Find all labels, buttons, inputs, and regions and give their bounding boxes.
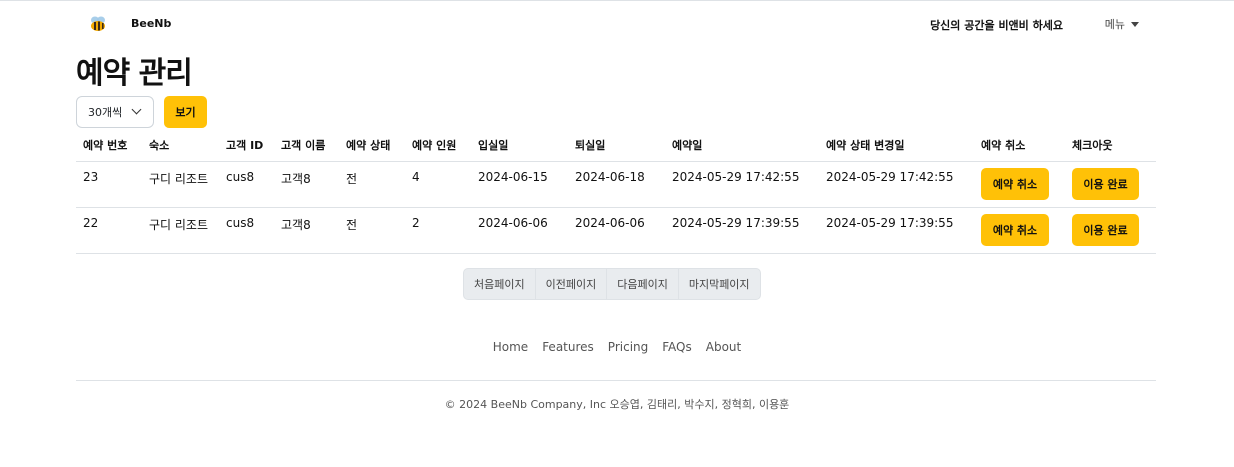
caret-down-icon bbox=[1131, 21, 1139, 27]
header-guests: 예약 인원 bbox=[412, 139, 457, 152]
cell-lodging: 구디 리조트 bbox=[149, 172, 209, 186]
cell-customer-name: 고객8 bbox=[281, 218, 311, 232]
footer-link-faqs[interactable]: FAQs bbox=[662, 340, 692, 354]
table-row: 23 구디 리조트 cus8 고객8 전 4 2024-06-15 2024-0… bbox=[76, 162, 1156, 208]
header-status: 예약 상태 bbox=[346, 139, 391, 152]
pagination: 처음페이지 이전페이지 다음페이지 마지막페이지 bbox=[463, 268, 761, 300]
cell-status-changed-at: 2024-05-29 17:42:55 bbox=[826, 170, 954, 184]
slogan-link[interactable]: 당신의 공간을 비앤비 하세요 bbox=[930, 17, 1063, 33]
cell-guests: 2 bbox=[412, 216, 420, 230]
brand-name[interactable]: BeeNb bbox=[131, 17, 171, 30]
footer-link-features[interactable]: Features bbox=[542, 340, 594, 354]
cell-customer-id: cus8 bbox=[226, 216, 255, 230]
cell-reserved-at: 2024-05-29 17:39:55 bbox=[672, 216, 800, 230]
first-page-link[interactable]: 처음페이지 bbox=[464, 269, 536, 299]
header-checkout: 퇴실일 bbox=[575, 139, 606, 152]
bee-icon[interactable] bbox=[88, 15, 108, 33]
cell-checkout: 2024-06-18 bbox=[575, 170, 645, 184]
header-checkin: 입실일 bbox=[478, 139, 509, 152]
cancel-reservation-button[interactable]: 예약 취소 bbox=[981, 168, 1049, 200]
cell-status: 전 bbox=[346, 172, 358, 186]
header-checkout-action: 체크아웃 bbox=[1072, 139, 1113, 152]
page-size-select[interactable]: 30개씩 bbox=[76, 96, 154, 128]
cell-status: 전 bbox=[346, 218, 358, 232]
chevron-down-icon bbox=[131, 104, 142, 115]
copyright-text: © 2024 BeeNb Company, Inc 오승엽, 김태리, 박수지,… bbox=[444, 398, 790, 411]
next-page-link[interactable]: 다음페이지 bbox=[607, 269, 679, 299]
cell-lodging: 구디 리조트 bbox=[149, 218, 209, 232]
complete-stay-button[interactable]: 이용 완료 bbox=[1072, 214, 1139, 246]
view-button[interactable]: 보기 bbox=[164, 96, 207, 128]
cell-guests: 4 bbox=[412, 170, 420, 184]
cell-checkin: 2024-06-06 bbox=[478, 216, 548, 230]
table-row: 22 구디 리조트 cus8 고객8 전 2 2024-06-06 2024-0… bbox=[76, 208, 1156, 254]
prev-page-link[interactable]: 이전페이지 bbox=[536, 269, 608, 299]
header-reserved-at: 예약일 bbox=[672, 139, 703, 152]
footer-link-about[interactable]: About bbox=[706, 340, 741, 354]
page-title: 예약 관리 bbox=[76, 56, 193, 91]
header-lodging: 숙소 bbox=[149, 139, 170, 152]
cell-customer-name: 고객8 bbox=[281, 172, 311, 186]
menu-dropdown[interactable]: 메뉴 bbox=[1105, 16, 1139, 32]
header-customer-id: 고객 ID bbox=[226, 139, 264, 152]
complete-stay-button[interactable]: 이용 완료 bbox=[1072, 168, 1139, 200]
cell-reservation-id: 23 bbox=[83, 170, 99, 184]
header-customer-name: 고객 이름 bbox=[281, 139, 326, 152]
header-reservation-id: 예약 번호 bbox=[83, 139, 128, 152]
footer-link-pricing[interactable]: Pricing bbox=[608, 340, 648, 354]
cell-reservation-id: 22 bbox=[83, 216, 99, 230]
cancel-reservation-button[interactable]: 예약 취소 bbox=[981, 214, 1049, 246]
page-size-value: 30개씩 bbox=[88, 106, 123, 119]
cell-customer-id: cus8 bbox=[226, 170, 255, 184]
site-header: BeeNb 당신의 공간을 비앤비 하세요 메뉴 bbox=[76, 12, 1156, 38]
last-page-link[interactable]: 마지막페이지 bbox=[679, 269, 760, 299]
menu-label: 메뉴 bbox=[1104, 18, 1125, 31]
footer-link-home[interactable]: Home bbox=[493, 340, 528, 354]
cell-checkout: 2024-06-06 bbox=[575, 216, 645, 230]
cell-reserved-at: 2024-05-29 17:42:55 bbox=[672, 170, 800, 184]
reservation-table: 예약 번호 숙소 고객 ID 고객 이름 예약 상태 예약 인원 입실일 퇴실일… bbox=[76, 128, 1156, 254]
cell-checkin: 2024-06-15 bbox=[478, 170, 548, 184]
footer-divider bbox=[76, 380, 1156, 381]
table-header: 예약 번호 숙소 고객 ID 고객 이름 예약 상태 예약 인원 입실일 퇴실일… bbox=[76, 128, 1156, 162]
cell-status-changed-at: 2024-05-29 17:39:55 bbox=[826, 216, 954, 230]
header-status-changed-at: 예약 상태 변경일 bbox=[826, 139, 905, 152]
top-border bbox=[0, 0, 1234, 3]
footer-nav: Home Features Pricing FAQs About bbox=[0, 340, 1234, 354]
header-cancel: 예약 취소 bbox=[981, 139, 1026, 152]
